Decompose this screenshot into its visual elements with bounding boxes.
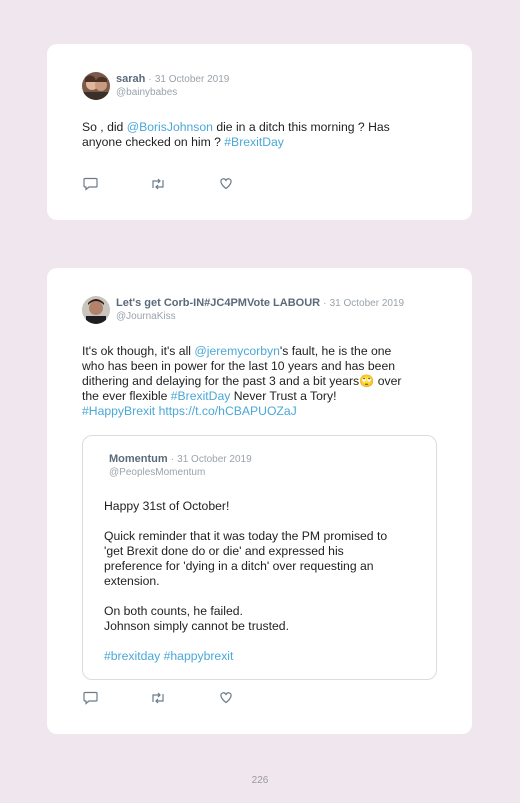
tweet-body: So , did @BorisJohnson die in a ditch th… xyxy=(82,120,390,150)
hashtag-link[interactable]: #HappyBrexit xyxy=(82,404,155,418)
quoted-tweet-date[interactable]: 31 October 2019 xyxy=(177,454,252,465)
author-name[interactable]: Let's get Corb-IN#JC4PMVote LABOUR xyxy=(116,297,320,309)
like-icon[interactable] xyxy=(219,177,235,193)
tweet-date[interactable]: 31 October 2019 xyxy=(330,298,405,309)
tweet-date[interactable]: 31 October 2019 xyxy=(155,74,230,85)
separator-dot: · xyxy=(170,454,175,465)
author-handle[interactable]: @JournaKiss xyxy=(116,311,176,322)
author-handle[interactable]: @bainybabes xyxy=(116,87,177,98)
eye-roll-emoji-icon: 🙄 xyxy=(359,374,375,388)
quoted-line: 'get Brexit done do or die' and expresse… xyxy=(104,544,344,558)
text-segment: 's fault, he is the one xyxy=(279,344,392,358)
quoted-hashtags[interactable]: #brexitday #happybrexit xyxy=(104,649,387,664)
author-name[interactable]: sarah xyxy=(116,73,145,85)
text-segment: who has been in power for the last 10 ye… xyxy=(82,359,396,373)
quoted-line: On both counts, he failed. xyxy=(104,604,243,618)
avatar[interactable] xyxy=(82,296,110,324)
text-segment: die in a ditch this morning ? Has xyxy=(212,120,390,134)
separator-dot: · xyxy=(148,74,152,85)
text-segment: dithering and delaying for the past 3 an… xyxy=(82,374,360,388)
quoted-line: preference for 'dying in a ditch' over r… xyxy=(104,559,374,573)
hashtag-link[interactable]: #BrexitDay xyxy=(224,135,284,149)
url-link[interactable]: https://t.co/hCBAPUOZaJ xyxy=(159,404,297,418)
quoted-line: Quick reminder that it was today the PM … xyxy=(104,529,388,543)
like-icon[interactable] xyxy=(219,691,235,707)
author-line: Let's get Corb-IN#JC4PMVote LABOUR · 31 … xyxy=(116,297,404,309)
text-segment: the ever flexible xyxy=(82,389,171,403)
author-line: sarah · 31 October 2019 xyxy=(116,73,229,85)
quoted-tweet-body: Happy 31st of October! Quick reminder th… xyxy=(104,499,387,664)
text-segment: So , did xyxy=(82,120,127,134)
text-segment: It's ok though, it's all xyxy=(82,344,195,358)
quoted-tweet[interactable]: Momentum · 31 October 2019 @PeoplesMomen… xyxy=(82,435,437,680)
quoted-author-handle[interactable]: @PeoplesMomentum xyxy=(109,467,205,478)
retweet-icon[interactable] xyxy=(150,691,166,707)
reply-icon[interactable] xyxy=(83,691,99,707)
page-number: 226 xyxy=(251,775,269,786)
tweet-body: It's ok though, it's all @jeremycorbyn's… xyxy=(82,344,401,419)
tweet-card: sarah · 31 October 2019 @bainybabes So ,… xyxy=(47,44,472,220)
text-segment: Never Trust a Tory! xyxy=(230,389,337,403)
reply-icon[interactable] xyxy=(83,177,99,193)
separator-dot: · xyxy=(323,298,327,309)
quoted-line: extension. xyxy=(104,574,160,588)
mention-link[interactable]: @BorisJohnson xyxy=(127,120,213,134)
mention-link[interactable]: @jeremycorbyn xyxy=(194,344,280,358)
text-segment: over xyxy=(374,374,402,388)
retweet-icon[interactable] xyxy=(150,177,166,193)
text-segment: anyone checked on him ? xyxy=(82,135,225,149)
hashtag-link[interactable]: #BrexitDay xyxy=(171,389,231,403)
quoted-author-line: Momentum · 31 October 2019 xyxy=(109,453,252,465)
tweet-card: Let's get Corb-IN#JC4PMVote LABOUR · 31 … xyxy=(47,268,472,734)
quoted-line: Happy 31st of October! xyxy=(104,499,230,513)
quoted-line: Johnson simply cannot be trusted. xyxy=(104,619,289,633)
quoted-author-name[interactable]: Momentum xyxy=(109,453,168,465)
avatar[interactable] xyxy=(82,72,110,100)
